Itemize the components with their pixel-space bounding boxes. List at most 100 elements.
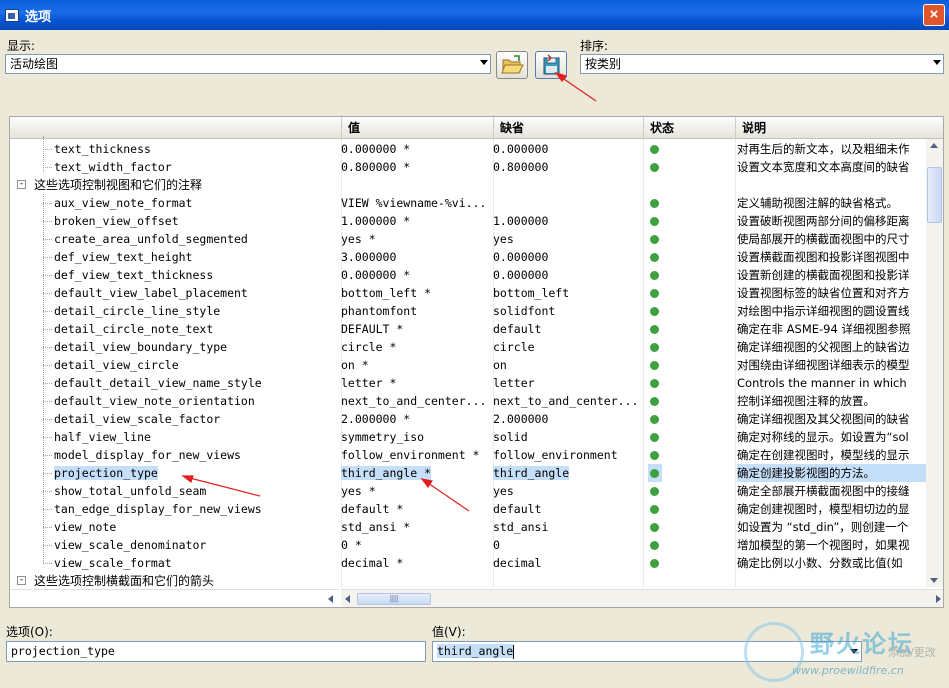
option-description-text: 增加模型的第一个视图时，如果视 [737,538,910,552]
option-value-text: 0.000000 * [341,268,411,282]
table-row[interactable]: half_view_line symmetry_iso solid 确定对称线的显示。… [10,428,928,446]
header-value[interactable]: 值 [341,117,493,139]
save-config-button[interactable] [535,51,567,79]
option-description-text: 确定详细视图的父视图上的缺省边 [737,340,910,354]
option-name-text: detail_view_circle [54,358,179,372]
option-default: default [493,500,643,518]
table-row[interactable]: view_note std_ansi * std_ansi 如设置为 “std_din… [10,518,928,536]
option-value-text: follow_environment * [341,448,480,462]
table-row[interactable]: def_view_text_thickness 0.000000 * 0.00000… [10,266,928,284]
status-green-icon [650,145,659,154]
option-name-text: detail_view_boundary_type [54,340,228,354]
close-button[interactable]: × [923,4,945,26]
status-cell [648,284,662,302]
table-row[interactable]: broken_view_offset 1.000000 * 1.000000 设置破断… [10,212,928,230]
option-description-text: 确定在创建视图时，模型线的显示 [737,448,910,462]
table-row[interactable]: default_view_label_placement bottom_left … [10,284,928,302]
header-description[interactable]: 说明 [735,117,943,139]
name-column-scrollbar[interactable] [10,589,339,607]
header-name[interactable] [10,117,341,139]
option-description-text: 对绘图中指示详细视图的圆设置线 [737,304,910,318]
tree-branch [43,419,52,420]
status-green-icon [650,523,659,532]
table-row[interactable]: projection_type third_angle * third_angle 确… [10,464,928,482]
option-value-text: letter * [341,376,397,390]
option-description: 设置视图标签的缺省位置和对齐方 [737,284,928,302]
vertical-scrollbar[interactable] [926,139,943,587]
option-group[interactable]: - 这些选项控制横截面和它们的箭头 [10,572,928,590]
table-row[interactable]: detail_circle_line_style phantomfont solid… [10,302,928,320]
table-row[interactable]: detail_circle_note_text DEFAULT * default 确… [10,320,928,338]
chevron-down-icon[interactable] [480,60,488,65]
chevron-down-icon[interactable] [933,60,941,65]
option-default: 0.800000 [493,158,643,176]
option-value: 0.800000 * [341,158,491,176]
scroll-down-icon[interactable] [930,578,938,583]
status-green-icon [650,271,659,280]
table-row[interactable]: detail_view_circle on * on 对围绕由详细视图详细表示的模型 [10,356,928,374]
table-row[interactable]: aux_view_note_format VIEW %viewname-%vi..… [10,194,928,212]
option-default-text: bottom_left [493,286,570,300]
table-row[interactable]: show_total_unfold_seam yes * yes 确定全部展开横截面视… [10,482,928,500]
scroll-up-icon[interactable] [930,143,938,148]
table-row[interactable]: detail_view_boundary_type circle * circle 确… [10,338,928,356]
option-name: def_view_text_height [54,248,340,266]
scroll-left-icon[interactable] [328,595,333,603]
watermark-url: www.proewildfire.cn [792,664,904,677]
status-green-icon [650,163,659,172]
option-value-text: VIEW %viewname-%vi... [341,196,487,210]
table-row[interactable]: model_display_for_new_views follow_enviro… [10,446,928,464]
horizontal-scrollbar[interactable]: |||| [341,589,943,607]
group-title: 这些选项控制视图和它们的注释 [34,178,203,192]
status-green-icon [650,235,659,244]
display-value: 活动绘图 [10,57,59,71]
option-description: 增加模型的第一个视图时，如果视 [737,536,928,554]
option-value-text: default * [341,502,404,516]
table-row[interactable]: default_view_note_orientation next_to_and… [10,392,928,410]
table-row[interactable]: detail_view_scale_factor 2.000000 * 2.0000… [10,410,928,428]
table-row[interactable]: text_width_factor 0.800000 * 0.800000 设置文本宽… [10,158,928,176]
scroll-right-icon[interactable] [936,595,941,603]
tree-branch [43,545,52,546]
scrollbar-thumb[interactable] [927,167,942,223]
option-group[interactable]: - 这些选项控制视图和它们的注释 [10,176,928,194]
option-description-text: 设置新创建的横截面视图和投影详 [737,268,910,282]
table-row[interactable]: tan_edge_display_for_new_views default * d… [10,500,928,518]
option-description: 对再生后的新文本，以及粗细未作 [737,140,928,158]
table-row[interactable]: def_view_text_height 3.000000 0.000000 设置横截… [10,248,928,266]
option-value: yes * [341,230,491,248]
horizontal-scrollbar-thumb[interactable]: |||| [357,593,431,605]
collapse-icon[interactable]: - [17,180,26,189]
sort-dropdown[interactable]: 按类别 [580,54,944,74]
scroll-left-icon[interactable] [345,595,350,603]
option-name-text: default_view_note_orientation [54,394,255,408]
display-dropdown[interactable]: 活动绘图 [5,54,491,74]
option-name: view_scale_denominator [54,536,340,554]
table-row[interactable]: text_thickness 0.000000 * 0.000000 对再生后的新文本… [10,140,928,158]
tree-branch [43,149,52,150]
header-status[interactable]: 状态 [643,117,735,139]
option-name-text: broken_view_offset [54,214,179,228]
option-name-text: detail_view_scale_factor [54,412,221,426]
status-cell [648,338,662,356]
option-description: 使局部展开的横截面视图中的尺寸 [737,230,928,248]
table-row[interactable]: view_scale_format decimal * decimal 确定比例以小数… [10,554,928,572]
status-cell [648,248,662,266]
header-default[interactable]: 缺省 [493,117,643,139]
table-row[interactable]: create_area_unfold_segmented yes * yes 使局部展… [10,230,928,248]
option-name-input[interactable]: projection_type [6,641,426,662]
option-value-text: third_angle [437,644,514,658]
status-cell [648,140,662,158]
add-change-button[interactable]: 添加/更改 [888,644,936,660]
option-description-text: 确定比例以小数、分数或比值(如 [737,556,903,570]
collapse-icon[interactable]: - [17,576,26,585]
option-description-text: 确定在非 ASME-94 详细视图参照 [737,322,911,336]
option-name: detail_view_boundary_type [54,338,340,356]
option-value: phantomfont [341,302,491,320]
option-default: circle [493,338,643,356]
table-row[interactable]: default_detail_view_name_style letter * le… [10,374,928,392]
open-config-button[interactable] [496,51,528,79]
table-row[interactable]: view_scale_denominator 0 * 0 增加模型的第一个视图时，如果… [10,536,928,554]
sort-value: 按类别 [585,57,622,71]
option-value: DEFAULT * [341,320,491,338]
